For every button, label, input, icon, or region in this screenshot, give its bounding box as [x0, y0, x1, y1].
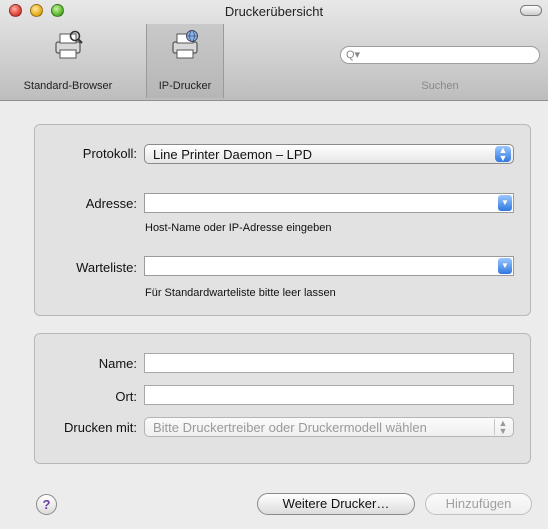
address-hint: Host-Name oder IP-Adresse eingeben: [145, 222, 332, 234]
add-button[interactable]: Hinzufügen: [425, 493, 532, 515]
printer-search-icon: [55, 30, 83, 59]
toolbar-item-label: Standard-Browser: [23, 80, 113, 92]
search-field[interactable]: Q▾: [340, 46, 540, 64]
queue-combobox[interactable]: ▼: [144, 256, 514, 276]
location-label: Ort:: [115, 389, 137, 404]
name-label: Name:: [98, 356, 137, 371]
chevron-down-icon[interactable]: ▼: [498, 258, 512, 274]
print-with-value: Bitte Druckertreiber oder Druckermodell …: [153, 420, 427, 435]
print-with-label: Drucken mit:: [64, 420, 137, 435]
queue-label: Warteliste:: [76, 260, 137, 275]
toolbar-toggle-button[interactable]: [520, 5, 542, 16]
protocol-value: Line Printer Daemon – LPD: [153, 147, 312, 162]
protocol-label: Protokoll:: [82, 146, 137, 161]
address-combobox[interactable]: ▼: [144, 193, 514, 213]
toolbar-item-ip-printer[interactable]: IP-Drucker: [146, 24, 224, 98]
queue-hint: Für Standardwarteliste bitte leer lassen: [145, 287, 336, 299]
search-icon: Q▾: [346, 49, 361, 61]
print-with-popup[interactable]: Bitte Druckertreiber oder Druckermodell …: [144, 417, 514, 437]
window-title: Druckerübersicht: [224, 4, 324, 19]
toolbar-item-label: IP-Drucker: [158, 80, 212, 92]
printer-browser-window: Druckerübersicht Standard-Browser IP-Dru…: [0, 0, 548, 529]
search-label: Suchen: [421, 80, 459, 92]
address-label: Adresse:: [85, 196, 137, 211]
location-field[interactable]: [144, 385, 514, 405]
popup-arrows-icon: ▲ ▼: [495, 146, 511, 163]
name-field[interactable]: [144, 353, 514, 373]
printer-network-icon: [172, 30, 198, 59]
more-printers-button[interactable]: Weitere Drucker…: [257, 493, 415, 515]
help-button[interactable]: ?: [36, 494, 57, 515]
titlebar-toolbar: Druckerübersicht Standard-Browser IP-Dru…: [0, 0, 548, 101]
toolbar-item-standard-browser[interactable]: Standard-Browser: [0, 24, 136, 98]
chevron-down-icon[interactable]: ▼: [498, 195, 512, 211]
popup-arrows-icon: ▲ ▼: [494, 419, 511, 436]
protocol-popup[interactable]: Line Printer Daemon – LPD ▲ ▼: [144, 144, 514, 164]
